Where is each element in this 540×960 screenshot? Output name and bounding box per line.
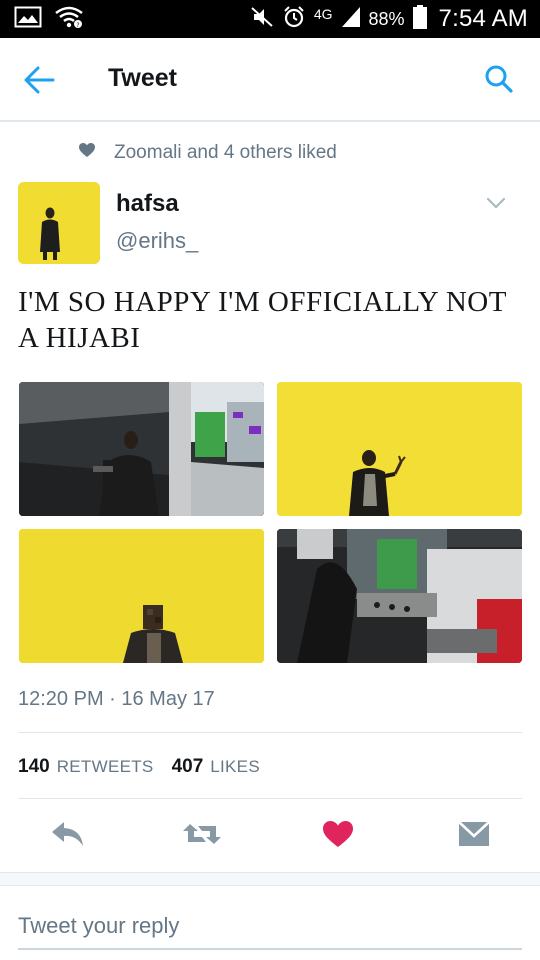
svg-text:?: ? bbox=[76, 22, 79, 29]
tweet-text: I'M SO HAPPY I'M OFFICIALLY NOT A HIJABI bbox=[18, 286, 507, 354]
tweet-options-button[interactable] bbox=[486, 196, 506, 210]
gallery-icon bbox=[14, 6, 42, 33]
signal-icon bbox=[341, 6, 361, 33]
network-type: 4G bbox=[313, 6, 333, 22]
status-bar-right: 4G 88% 7:54 AM bbox=[250, 0, 528, 38]
page-title: Tweet bbox=[108, 64, 177, 92]
like-button[interactable] bbox=[318, 818, 358, 854]
retweets-stat[interactable]: 140 RETWEETS bbox=[18, 756, 154, 778]
author-name[interactable]: hafsa bbox=[116, 190, 179, 218]
likes-stat[interactable]: 407 LIKES bbox=[172, 756, 260, 778]
social-context[interactable]: Zoomali and 4 others liked bbox=[78, 140, 337, 166]
section-separator bbox=[0, 872, 540, 886]
battery-icon bbox=[412, 4, 427, 34]
direct-message-icon bbox=[457, 820, 491, 853]
status-bar: ? 4G 88% 7:54 AM bbox=[0, 0, 540, 38]
retweet-icon bbox=[182, 820, 222, 853]
reply-icon bbox=[50, 820, 86, 853]
status-clock: 7:54 AM bbox=[438, 5, 528, 32]
social-context-text: Zoomali and 4 others liked bbox=[114, 142, 337, 163]
tweet-photo-4[interactable] bbox=[277, 529, 522, 663]
author-handle[interactable]: @erihs_ bbox=[116, 228, 198, 254]
back-button[interactable] bbox=[22, 64, 58, 96]
engagement-stats: 140 RETWEETS 407 LIKES bbox=[18, 754, 260, 780]
direct-message-button[interactable] bbox=[454, 818, 494, 854]
search-button[interactable] bbox=[484, 64, 514, 94]
like-heart-icon bbox=[322, 820, 354, 853]
heart-icon bbox=[78, 142, 96, 164]
avatar[interactable] bbox=[18, 182, 100, 264]
retweets-count: 140 bbox=[18, 756, 50, 777]
battery-percentage: 88% bbox=[368, 8, 405, 29]
reply-input[interactable] bbox=[18, 904, 522, 950]
wifi-icon: ? bbox=[54, 5, 84, 34]
likes-count: 407 bbox=[171, 756, 204, 777]
app-header: Tweet bbox=[0, 38, 540, 122]
divider bbox=[18, 732, 522, 733]
retweets-label: RETWEETS bbox=[56, 757, 154, 776]
mute-icon bbox=[250, 6, 274, 33]
tweet-photo-1[interactable] bbox=[19, 382, 264, 516]
tweet-timestamp: 12:20 PM · 16 May 17 bbox=[18, 688, 215, 710]
status-bar-left: ? bbox=[14, 6, 84, 32]
tweet-photo-2[interactable] bbox=[277, 382, 522, 516]
back-arrow-icon bbox=[22, 66, 56, 100]
search-icon bbox=[484, 65, 514, 98]
likes-label: LIKES bbox=[210, 757, 260, 776]
reply-button[interactable] bbox=[48, 818, 88, 854]
tweet-actions bbox=[0, 812, 540, 860]
chevron-down-icon bbox=[486, 197, 506, 214]
retweet-button[interactable] bbox=[182, 818, 222, 854]
alarm-icon bbox=[282, 5, 306, 34]
divider bbox=[18, 798, 522, 799]
tweet-photo-3[interactable] bbox=[19, 529, 264, 663]
